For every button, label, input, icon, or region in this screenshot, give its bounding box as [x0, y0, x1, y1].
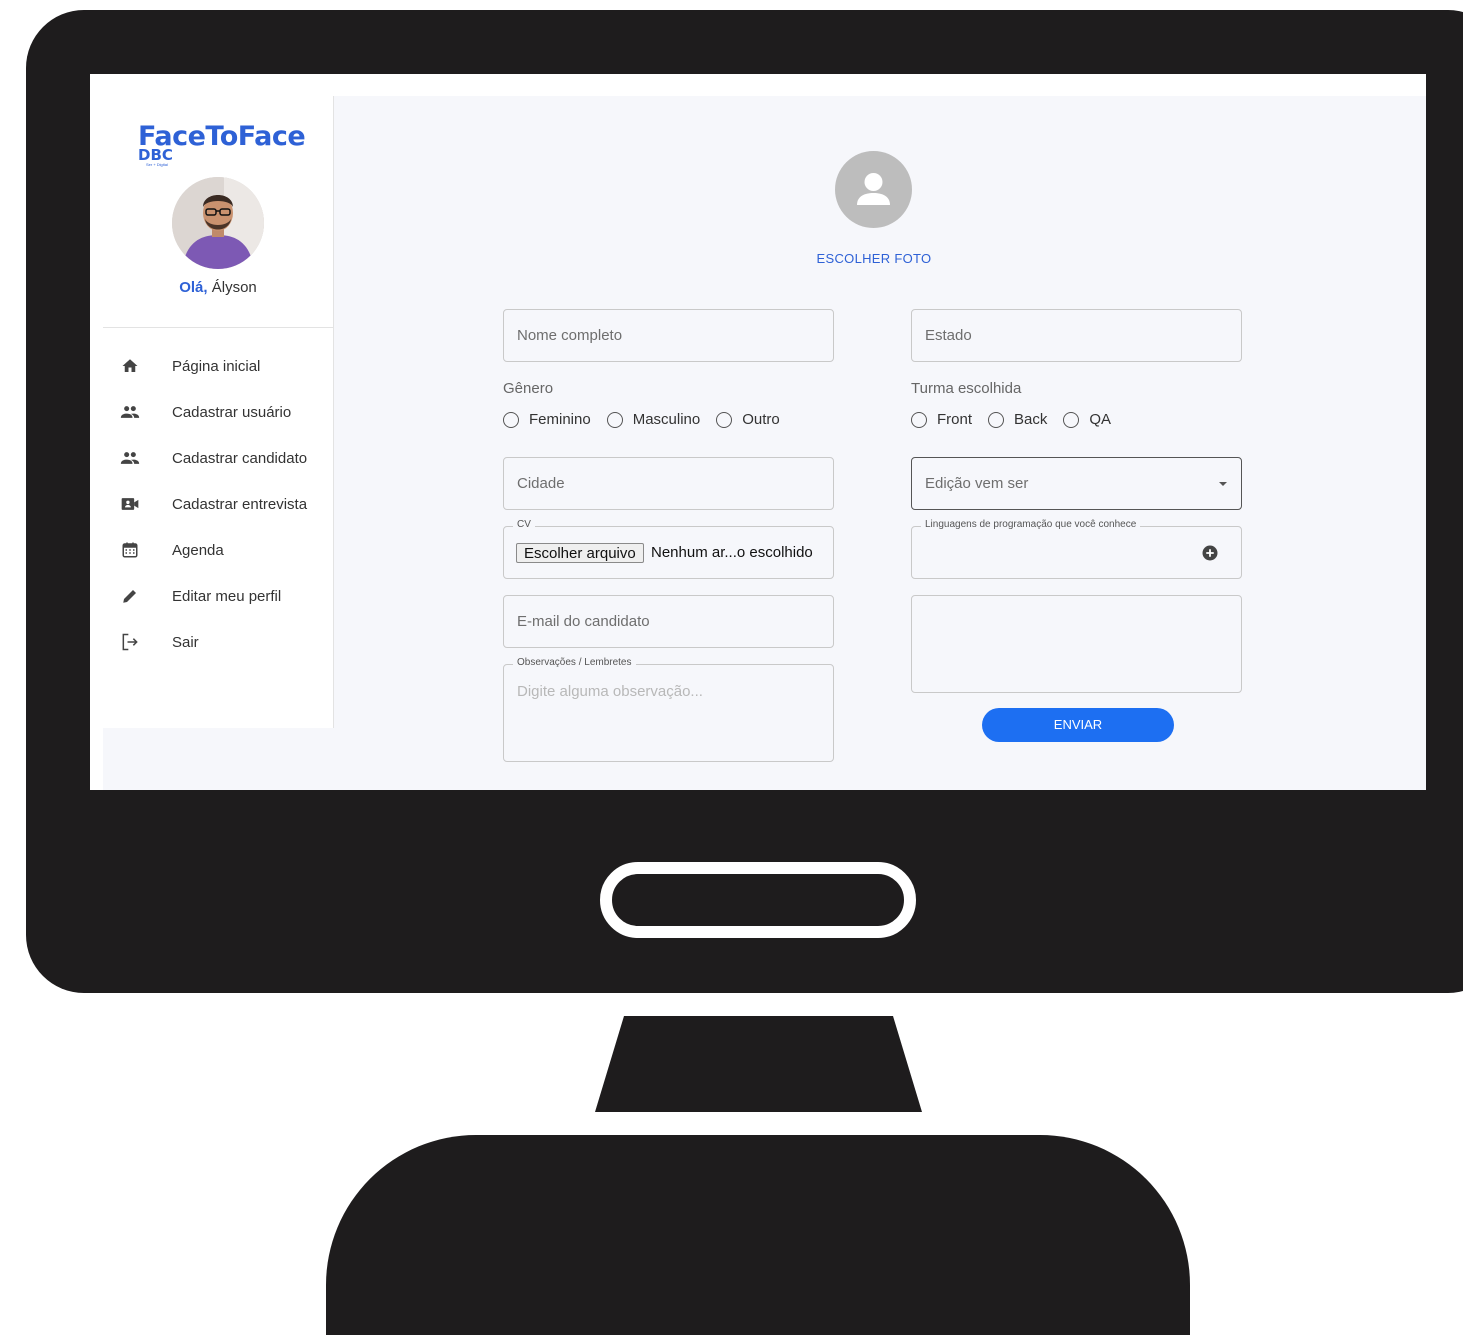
observacoes-textarea[interactable]: Observações / Lembretes Digite alguma ob… — [503, 657, 834, 762]
sidebar-divider — [103, 327, 333, 328]
user-name: Ályson — [211, 279, 257, 296]
observacoes-legend: Observações / Lembretes — [513, 657, 636, 668]
app-screen: FaceToFace DBC Ser + Digital Olá, Ályson — [90, 74, 1426, 790]
radio-circle — [988, 411, 1005, 428]
sidebar-footer-area — [103, 728, 334, 790]
pencil-icon — [119, 585, 141, 607]
monitor-stand-neck — [595, 1016, 922, 1112]
estado-placeholder: Estado — [925, 327, 972, 344]
sidebar-item-label: Página inicial — [172, 357, 261, 375]
person-icon — [857, 173, 890, 205]
sidebar-item-label: Agenda — [172, 541, 224, 559]
home-icon — [119, 355, 141, 377]
radio-masculino[interactable]: Masculino — [606, 411, 701, 428]
sidebar-item-editar-perfil[interactable]: Editar meu perfil — [103, 573, 333, 619]
radio-qa[interactable]: QA — [1063, 411, 1111, 428]
genero-radio-group: Feminino Masculino Outro — [503, 411, 796, 428]
turma-label: Turma escolhida — [911, 380, 1022, 397]
nome-completo-placeholder: Nome completo — [517, 327, 623, 344]
sidebar-item-cadastrar-candidato[interactable]: Cadastrar candidato — [103, 435, 333, 481]
genero-label: Gênero — [503, 380, 554, 397]
radio-label: Feminino — [529, 411, 591, 428]
estado-field[interactable]: Estado — [911, 309, 1242, 362]
radio-circle — [1063, 411, 1080, 428]
radio-label: Front — [937, 411, 973, 428]
linguagens-legend: Linguagens de programação que você conhe… — [921, 519, 1141, 530]
sidebar-item-cadastrar-entrevista[interactable]: Cadastrar entrevista — [103, 481, 333, 527]
email-field[interactable]: E-mail do candidato — [503, 595, 834, 648]
radio-back[interactable]: Back — [988, 411, 1047, 428]
sidebar-item-label: Cadastrar entrevista — [172, 495, 308, 513]
observacoes-placeholder: Digite alguma observação... — [517, 683, 703, 700]
sidebar-nav: Página inicial Cadastrar usuário Cadastr… — [103, 343, 333, 665]
radio-circle — [911, 411, 927, 428]
avatar — [172, 177, 264, 269]
sidebar-item-agenda[interactable]: Agenda — [103, 527, 333, 573]
greeting: Olá, Ályson — [103, 279, 333, 296]
people-icon — [119, 447, 141, 469]
dropdown-arrow-icon — [1219, 482, 1227, 486]
radio-outro[interactable]: Outro — [716, 411, 780, 428]
radio-label: Back — [1014, 411, 1048, 428]
monitor-logo-slot — [600, 862, 916, 938]
edicao-placeholder: Edição vem ser — [925, 475, 1029, 492]
linguagens-list-box — [911, 595, 1242, 693]
cv-legend: CV — [513, 519, 535, 530]
sidebar-item-label: Cadastrar usuário — [172, 403, 292, 421]
video-icon — [119, 493, 141, 515]
candidate-form: ESCOLHER FOTO Nome completo Gênero Femin… — [334, 96, 1426, 790]
logout-icon — [119, 631, 141, 653]
cv-field: CV Escolher arquivo Nenhum ar...o escolh… — [503, 519, 834, 579]
cidade-field[interactable]: Cidade — [503, 457, 834, 510]
radio-label: Outro — [742, 411, 780, 428]
nome-completo-field[interactable]: Nome completo — [503, 309, 834, 362]
calendar-icon — [119, 539, 141, 561]
brand-logo: FaceToFace DBC Ser + Digital — [138, 123, 306, 168]
sidebar-item-label: Editar meu perfil — [172, 587, 282, 605]
file-name: Nenhum ar...o escolhido — [651, 544, 813, 561]
cidade-placeholder: Cidade — [517, 475, 565, 492]
sidebar-item-home[interactable]: Página inicial — [103, 343, 333, 389]
radio-label: QA — [1089, 411, 1112, 428]
sidebar-item-label: Sair — [172, 633, 199, 651]
choose-file-button[interactable]: Escolher arquivo — [516, 543, 644, 563]
radio-circle — [716, 411, 733, 428]
submit-button[interactable]: ENVIAR — [982, 708, 1174, 742]
greeting-prefix: Olá, — [179, 279, 208, 296]
sidebar-item-sair[interactable]: Sair — [103, 619, 333, 665]
turma-radio-group: Front Back QA — [911, 411, 1127, 428]
radio-circle — [606, 411, 623, 428]
radio-feminino[interactable]: Feminino — [503, 411, 591, 428]
sidebar-item-cadastrar-usuario[interactable]: Cadastrar usuário — [103, 389, 333, 435]
edicao-select[interactable]: Edição vem ser — [911, 457, 1242, 510]
radio-label: Masculino — [632, 411, 701, 428]
monitor-stand-base — [326, 1135, 1190, 1335]
email-placeholder: E-mail do candidato — [517, 613, 650, 630]
sidebar-item-label: Cadastrar candidato — [172, 449, 308, 467]
radio-circle — [503, 411, 519, 428]
people-icon — [119, 401, 141, 423]
photo-placeholder[interactable] — [835, 151, 912, 228]
linguagens-field[interactable]: Linguagens de programação que você conhe… — [911, 519, 1242, 579]
radio-front[interactable]: Front — [911, 411, 972, 428]
choose-photo-button[interactable]: ESCOLHER FOTO — [774, 251, 974, 266]
sidebar: FaceToFace DBC Ser + Digital Olá, Ályson — [103, 96, 334, 728]
add-circle-icon[interactable] — [1201, 544, 1219, 562]
